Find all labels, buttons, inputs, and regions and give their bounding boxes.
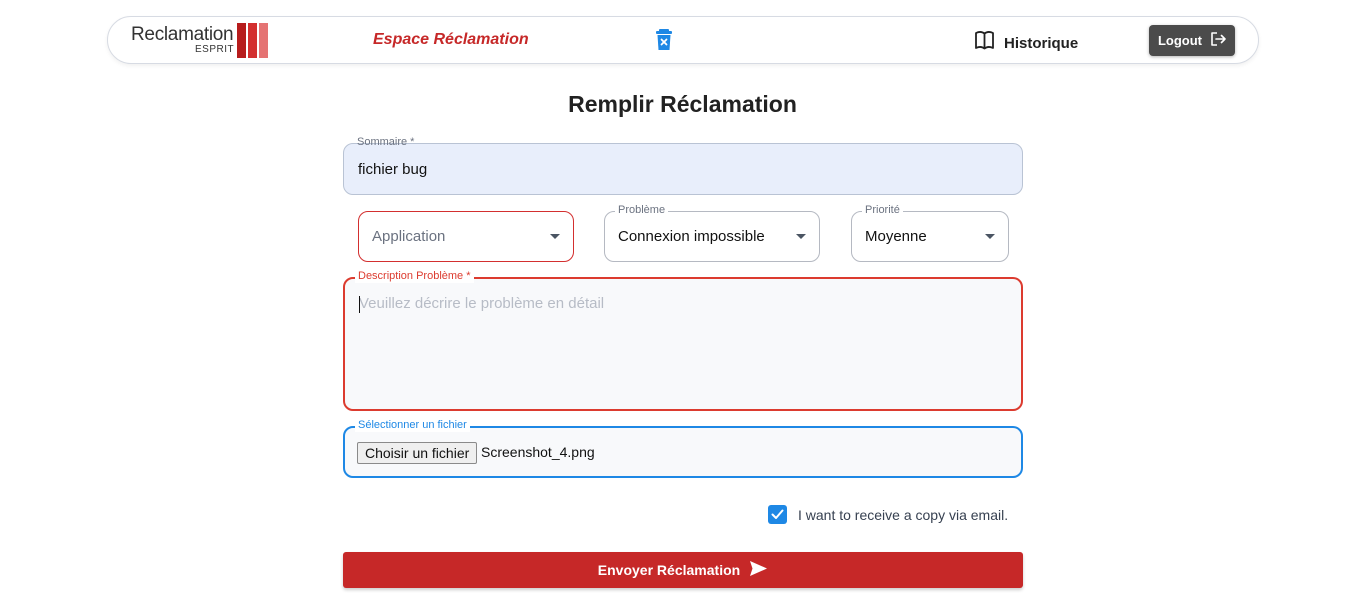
trash-x-icon[interactable] (654, 29, 674, 51)
nav-historique[interactable]: Historique (974, 30, 1078, 56)
sommaire-value: fichier bug (358, 161, 428, 178)
submit-button[interactable]: Envoyer Réclamation (343, 552, 1023, 588)
choose-file-button[interactable]: Choisir un fichier (357, 442, 478, 464)
application-placeholder: Application (372, 228, 446, 245)
priorite-label: Priorité (862, 203, 903, 217)
logout-icon (1210, 32, 1226, 49)
description-label: Description Problème * (355, 269, 474, 283)
historique-label: Historique (1004, 34, 1079, 52)
email-copy-checkbox[interactable] (768, 505, 787, 524)
file-name: Screenshot_4.png (481, 444, 595, 460)
send-icon (749, 560, 768, 580)
description-textarea[interactable]: Description Problème * Veuillez décrire … (343, 269, 1023, 411)
logo-subtext: ESPRIT (195, 44, 235, 55)
file-label: Sélectionner un fichier (355, 418, 470, 432)
logo-bars (237, 23, 268, 58)
text-cursor (359, 296, 360, 313)
check-icon (771, 509, 784, 519)
navbar: Reclamation ESPRIT Espace Réclamation Hi… (107, 16, 1259, 64)
page-title: Remplir Réclamation (568, 91, 797, 117)
priorite-select[interactable]: Priorité Moyenne (851, 203, 1009, 262)
probleme-select[interactable]: Problème Connexion impossible (604, 203, 820, 262)
chevron-down-icon (985, 234, 995, 239)
book-icon (974, 30, 995, 56)
logo-text: Reclamation (131, 24, 234, 45)
sommaire-field[interactable]: Sommaire * fichier bug (343, 136, 1023, 195)
probleme-label: Problème (615, 203, 669, 217)
probleme-value: Connexion impossible (618, 228, 765, 245)
email-copy-row: I want to receive a copy via email. (768, 505, 1008, 524)
priorite-value: Moyenne (865, 228, 927, 245)
email-copy-label[interactable]: I want to receive a copy via email. (798, 507, 1008, 523)
description-placeholder: Veuillez décrire le problème en détail (359, 295, 605, 312)
application-select[interactable]: Application (358, 211, 574, 262)
sommaire-label: Sommaire * (357, 136, 415, 148)
logo[interactable]: Reclamation ESPRIT (131, 22, 271, 60)
nav-espace-reclamation[interactable]: Espace Réclamation (373, 31, 529, 49)
logout-label: Logout (1157, 33, 1203, 48)
submit-label: Envoyer Réclamation (597, 562, 741, 578)
chevron-down-icon (796, 234, 806, 239)
file-input[interactable]: Sélectionner un fichier Choisir un fichi… (343, 418, 1023, 478)
logout-button[interactable]: Logout (1149, 25, 1235, 56)
chevron-down-icon (550, 234, 560, 239)
